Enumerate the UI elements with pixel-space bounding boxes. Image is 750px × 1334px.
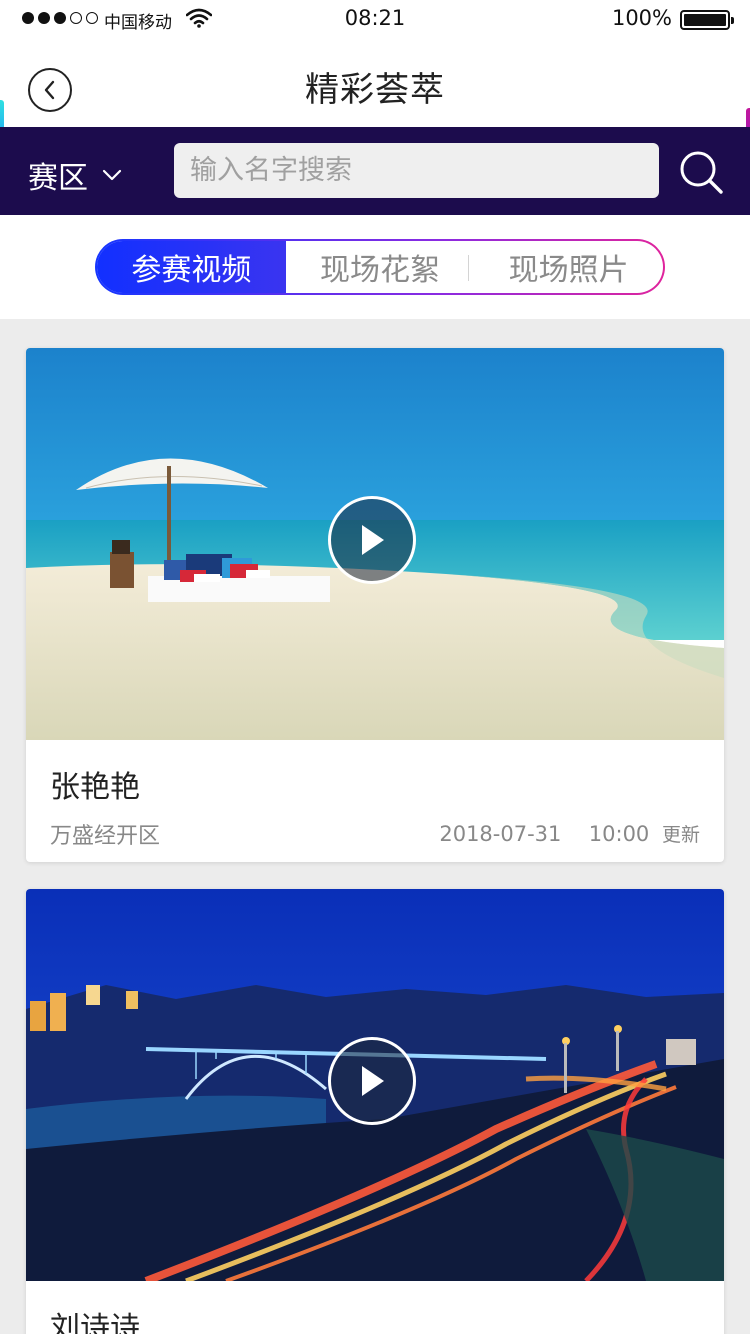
play-button[interactable] — [328, 496, 416, 584]
video-card[interactable]: 张艳艳 万盛经开区 2018-07-31 10:00 更新 — [26, 348, 724, 862]
region-label: 赛区 — [28, 161, 88, 196]
play-icon — [362, 1066, 384, 1096]
tab-contest-videos[interactable]: 参赛视频 — [97, 241, 286, 293]
contestant-region: 万盛经开区 — [50, 824, 161, 849]
play-icon — [362, 525, 384, 555]
search-icon[interactable] — [676, 147, 726, 197]
region-dropdown[interactable]: 赛区 — [28, 153, 122, 197]
tab-onsite-highlights[interactable]: 现场花絮 — [286, 241, 475, 293]
tab-onsite-photos[interactable]: 现场照片 — [474, 241, 663, 293]
segmented-tabs: 参赛视频 现场花絮 现场照片 — [95, 239, 665, 295]
video-thumbnail[interactable] — [26, 348, 724, 740]
update-time: 10:00 — [588, 822, 650, 846]
page-title: 精彩荟萃 — [305, 70, 445, 110]
update-date: 2018-07-31 — [439, 822, 562, 846]
filter-bar: 赛区 — [0, 127, 750, 215]
video-thumbnail[interactable] — [26, 889, 724, 1281]
tab-area: 参赛视频 现场花絮 现场照片 — [0, 215, 750, 319]
chevron-down-icon — [102, 169, 122, 181]
update-timestamp: 2018-07-31 10:00 更新 — [439, 820, 700, 847]
search-input[interactable] — [174, 143, 659, 198]
status-bar: 中国移动 08:21 100% — [0, 0, 750, 40]
tab-divider — [468, 255, 469, 281]
contestant-name: 张艳艳 — [50, 770, 140, 805]
play-button[interactable] — [328, 1037, 416, 1125]
battery-percent: 100% — [611, 6, 672, 30]
contestant-name: 刘诗诗 — [50, 1311, 140, 1334]
nav-bar: 精彩荟萃 — [0, 40, 750, 164]
battery-icon — [680, 10, 734, 30]
video-card[interactable]: 刘诗诗 — [26, 889, 724, 1334]
update-label: 更新 — [661, 824, 700, 846]
